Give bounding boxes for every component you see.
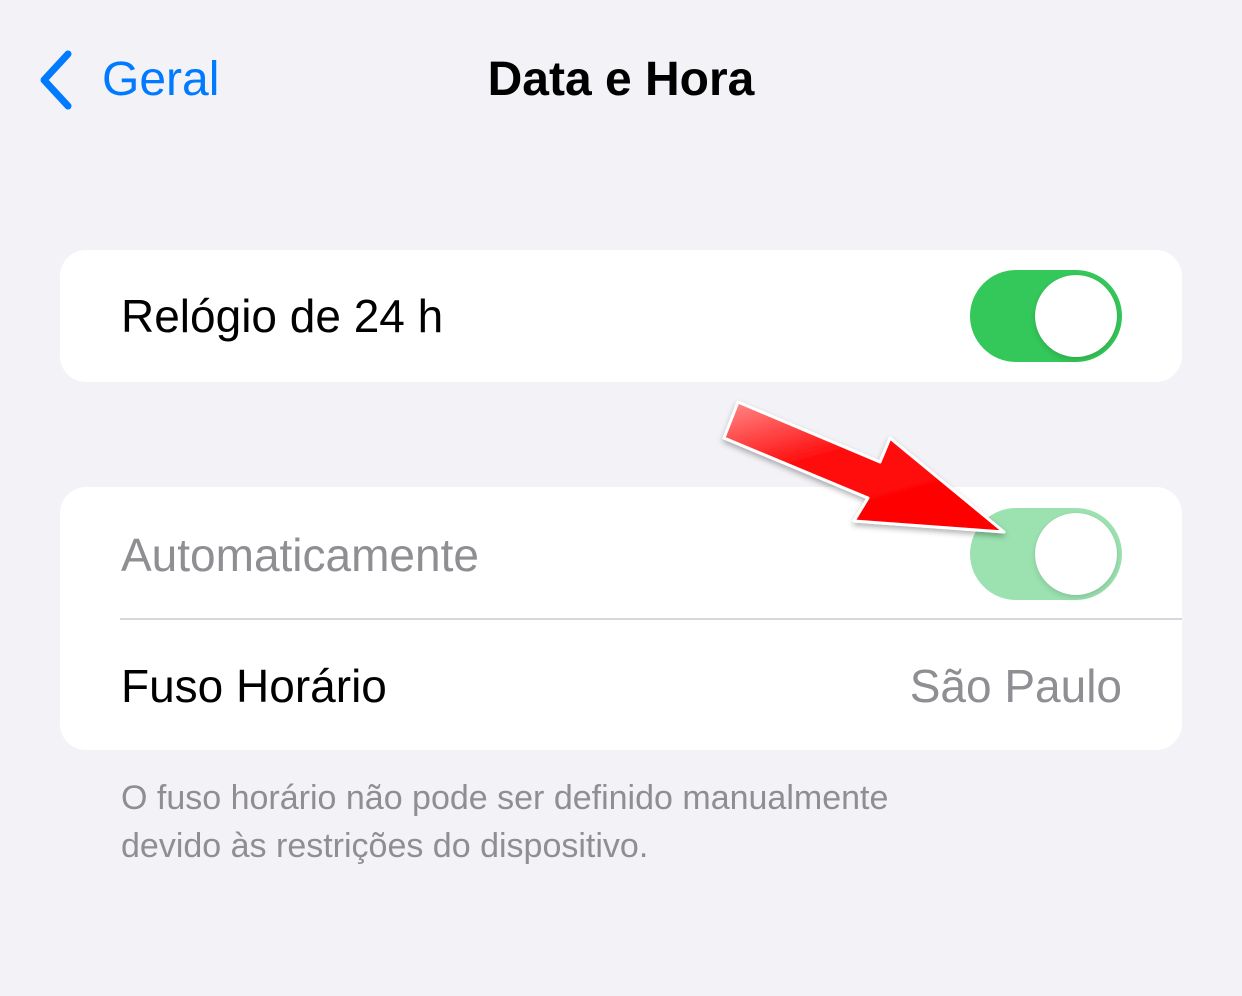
footer-note-line-2: devido às restrições do dispositivo. bbox=[121, 827, 649, 865]
navigation-bar: Geral Data e Hora bbox=[0, 0, 1242, 160]
toggle-knob bbox=[1035, 513, 1117, 595]
setting-label-24h-clock: Relógio de 24 h bbox=[121, 290, 444, 342]
toggle-knob bbox=[1035, 275, 1117, 357]
page-title: Data e Hora bbox=[487, 53, 755, 106]
setting-row-automatic: Automaticamente bbox=[60, 487, 1182, 619]
setting-label-timezone: Fuso Horário bbox=[121, 660, 387, 712]
setting-label-automatic: Automaticamente bbox=[121, 529, 479, 581]
settings-group-clock: Relógio de 24 h bbox=[60, 250, 1182, 382]
setting-row-timezone[interactable]: Fuso Horário São Paulo bbox=[60, 620, 1182, 750]
footer-note: O fuso horário não pode ser definido man… bbox=[121, 774, 1121, 870]
toggle-automatic[interactable] bbox=[970, 508, 1122, 600]
toggle-24h-clock[interactable] bbox=[970, 270, 1122, 362]
setting-value-timezone: São Paulo bbox=[909, 660, 1122, 712]
footer-note-line-1: O fuso horário não pode ser definido man… bbox=[121, 779, 889, 817]
setting-row-24h-clock: Relógio de 24 h bbox=[60, 250, 1182, 382]
settings-group-datetime: Automaticamente Fuso Horário São Paulo bbox=[60, 487, 1182, 750]
